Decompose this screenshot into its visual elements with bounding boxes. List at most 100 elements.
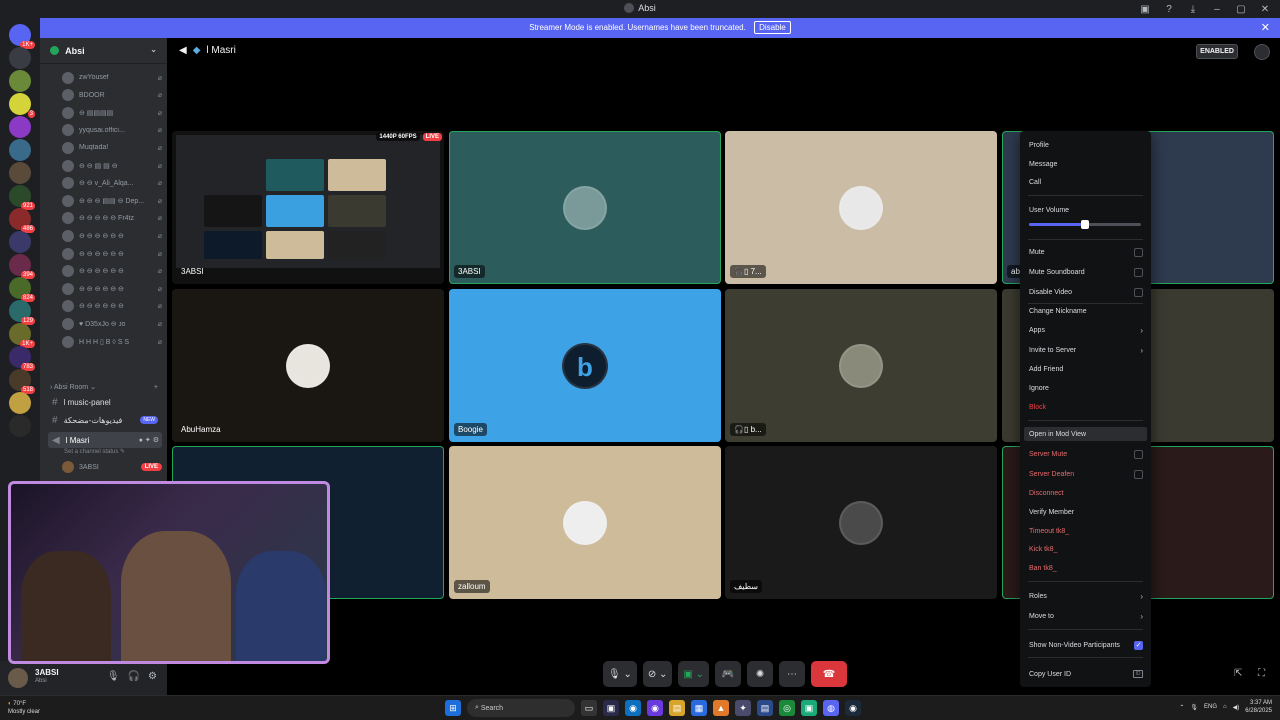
checkbox[interactable] [1134,247,1143,257]
edge-icon[interactable]: ◉ [625,700,641,716]
voice-member[interactable]: BDOOR ⌀ [62,88,162,103]
server-icon[interactable]: 486 [9,208,35,233]
checkbox[interactable] [1134,287,1143,297]
menu-disable-video[interactable]: Disable Video [1029,285,1143,299]
voice-member[interactable]: ♥ D35xJo ⊖ ᴊᴏ ⌀ [62,316,162,331]
disconnect-call-button[interactable]: ☎ [811,661,848,687]
menu-mute[interactable]: Mute [1029,245,1143,259]
participant-tile[interactable]: b Boogie [449,289,721,442]
gear-icon[interactable]: ⚙ [148,671,157,682]
menu-message[interactable]: Message [1029,157,1143,171]
voice-member[interactable]: ⊖ ⊖ ⊖ ⊖ ⊖ ⊖ ⌀ [62,246,162,261]
voice-member[interactable]: ⊖ ▤▤▤▤ ⌀ [62,105,162,120]
voice-member[interactable]: zwYousef ⌀ [62,70,162,85]
network-icon[interactable]: ⌂ [1223,704,1227,710]
server-icon[interactable]: 1K+ [9,24,35,49]
app-icon[interactable]: ▲ [713,700,729,716]
server-icon[interactable] [9,139,31,161]
participant-tile[interactable]: AbuHamza [172,289,444,442]
help-icon[interactable]: ? [1162,2,1176,16]
close-banner-icon[interactable]: ✕ [1261,18,1270,38]
participant-tile[interactable]: zalloum [449,446,721,599]
app-icon[interactable]: ▣ [801,700,817,716]
menu-server-deafen[interactable]: Server Deafen [1029,467,1143,481]
server-icon[interactable]: 129 [9,300,35,325]
menu-move-to[interactable]: Move to › [1029,609,1143,623]
add-channel-icon[interactable]: + [154,384,158,391]
server-icon[interactable]: 518 [9,369,35,394]
channel-status[interactable]: Set a channel status ✎ [64,448,125,455]
volume-icon[interactable]: ◀) [1233,704,1240,711]
checkbox[interactable] [1134,469,1143,479]
checkbox[interactable] [1134,449,1143,459]
voice-member[interactable]: ⊖ ⊖ ▤ ▤ ⊖ ⌀ [62,158,162,173]
menu-server-mute[interactable]: Server Mute [1029,447,1143,461]
voice-member[interactable]: H H H ▯ B ◊ S S ⌀ [62,334,162,349]
app-icon[interactable]: ✦ [735,700,751,716]
voice-member[interactable]: ⊖ ⊖ ⊖ ⊖ ⊖ ⊖ ⌀ [62,281,162,296]
voice-member[interactable]: yyqusai.offici... ⌀ [62,123,162,138]
channel-music-panel[interactable]: # l music-panel [48,394,162,410]
server-icon[interactable]: 921 [9,185,35,210]
menu-disconnect[interactable]: Disconnect [1029,486,1143,500]
app-icon[interactable]: ▤ [757,700,773,716]
clock[interactable]: 3:37 AM 6/28/2025 [1245,699,1272,715]
checkbox[interactable] [1134,267,1143,277]
streamer-mode-enabled-badge[interactable]: ENABLED [1196,44,1238,59]
menu-invite-to-server[interactable]: Invite to Server › [1029,343,1143,357]
participant-tile[interactable]: 🎧▯ b... [725,289,997,442]
people-icon[interactable] [1254,44,1270,60]
server-icon[interactable]: 394 [9,254,35,279]
voice-member[interactable]: ⊖ ⊖ ⊖ ⊖ ⊖ ⊖ ⌀ [62,228,162,243]
maximize-button[interactable]: ▢ [1234,2,1248,16]
headphones-icon[interactable]: 🎧 [128,671,140,682]
menu-kick[interactable]: Kick tk8_ [1029,542,1143,556]
server-icon[interactable]: 824 [9,277,35,302]
steam-icon[interactable]: ◉ [845,700,861,716]
screen-share-toggle[interactable]: ▣ ⌄ [678,661,710,687]
fullscreen-icon[interactable]: ⛶ [1258,668,1265,679]
server-icon[interactable] [9,231,31,253]
menu-apps[interactable]: Apps › [1029,323,1143,337]
channel-actions-icon[interactable]: ● ✦ ⚙ [139,436,159,444]
camera-toggle[interactable]: ⊘ ⌄ [642,661,673,687]
user-volume-slider[interactable] [1029,220,1141,229]
menu-ignore[interactable]: Ignore [1029,381,1143,395]
menu-add-friend[interactable]: Add Friend [1029,362,1143,376]
volume-handle[interactable] [1081,220,1089,229]
menu-timeout[interactable]: Timeout tk8_ [1029,524,1143,538]
app-icon[interactable]: ◉ [647,700,663,716]
voice-member[interactable]: ⊖ ⊖ ⊖ ⊖ ⊖ Fr4tz ⌀ [62,211,162,226]
menu-verify-member[interactable]: Verify Member [1029,505,1143,519]
minimize-button[interactable]: – [1210,2,1224,16]
popout-icon[interactable]: ⇱ [1234,668,1242,679]
menu-show-non-video[interactable]: Show Non-Video Participants ✓ [1029,638,1143,652]
menu-call[interactable]: Call [1029,175,1143,189]
category-absi-room[interactable]: › Absi Room ⌄ + [50,383,158,391]
avatar[interactable] [8,668,28,688]
download-icon[interactable]: ⤓ [1186,2,1200,16]
chat-icon[interactable]: ▣ [603,700,619,716]
start-icon[interactable]: ⊞ [445,700,461,716]
menu-profile[interactable]: Profile [1029,138,1143,152]
disable-streamer-mode-button[interactable]: Disable [754,21,791,34]
language-indicator[interactable]: ENG [1204,704,1217,710]
soundboard-icon[interactable]: ✺ [747,661,774,687]
server-icon[interactable] [9,415,31,437]
server-icon[interactable] [9,70,31,92]
voice-member[interactable]: ⊖ ⊖ ⊖ ⊖ ⊖ ⊖ ⌀ [62,299,162,314]
voice-member[interactable]: ⊖ ⊖ ⊖ ⊖ ⊖ ⊖ ⌀ [62,264,162,279]
server-icon[interactable] [9,392,31,414]
server-icon[interactable] [9,47,31,69]
voice-member[interactable]: Muqtada! ⌀ [62,140,162,155]
menu-ban[interactable]: Ban tk8_ [1029,561,1143,575]
menu-change-nickname[interactable]: Change Nickname [1029,304,1143,318]
channel-masri[interactable]: ◀ l Masri ● ✦ ⚙ [48,432,162,448]
discord-icon[interactable]: ◍ [823,700,839,716]
mic-tray-icon[interactable]: 🎙 [1190,704,1198,711]
search-box[interactable]: ⌕ Search [467,699,575,717]
microphone-icon[interactable]: 🎙 [107,671,120,682]
inbox-icon[interactable]: ▣ [1138,2,1152,16]
voice-member[interactable]: ⊖ ⊖ v_Ali_Alqa... ⌀ [62,176,162,191]
chevron-up-icon[interactable]: ⌃ [1179,704,1184,711]
